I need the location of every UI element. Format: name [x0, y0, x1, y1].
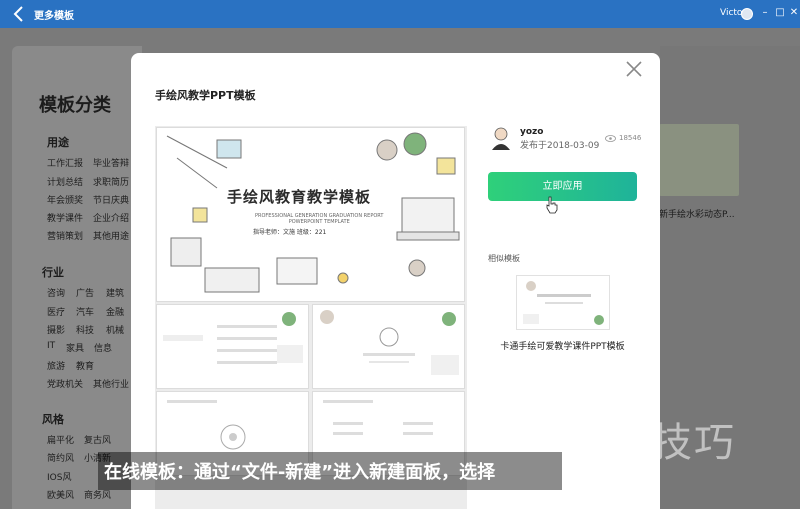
category-heading-usage: 用途: [47, 136, 69, 149]
category-item[interactable]: 节日庆典: [93, 193, 129, 206]
category-item[interactable]: 教育: [76, 359, 94, 372]
close-icon[interactable]: [623, 58, 645, 80]
category-item[interactable]: 咨询: [47, 286, 65, 299]
category-item[interactable]: 建筑: [106, 286, 124, 299]
slide-thumbnail-art: [163, 312, 303, 364]
hand-cursor-icon: [546, 196, 558, 214]
video-caption: 在线模板：通过“文件-新建”进入新建面板，选择: [104, 462, 496, 483]
category-item[interactable]: 信息: [94, 341, 112, 354]
category-item[interactable]: 机械: [106, 323, 124, 336]
category-item[interactable]: 广告: [76, 286, 94, 299]
eye-icon: [605, 135, 616, 142]
author-name[interactable]: yozo: [520, 127, 543, 137]
category-item[interactable]: 其他用途: [93, 229, 129, 242]
category-heading-style: 风格: [42, 413, 64, 426]
maximize-icon[interactable]: □: [774, 7, 786, 19]
preview-slide-section: [312, 304, 465, 389]
window-title: 更多模板: [34, 11, 74, 22]
sidebar-title: 模板分类: [39, 95, 111, 116]
slide-thumbnail-art: [320, 310, 459, 375]
author-avatar-icon: [492, 127, 510, 150]
preview-slide-contents: [156, 304, 309, 389]
category-heading-industry: 行业: [42, 266, 64, 279]
user-avatar[interactable]: [741, 8, 753, 20]
modal-title: 手绘风教学PPT模板: [155, 89, 256, 102]
category-item[interactable]: 旅游: [47, 359, 65, 372]
category-item[interactable]: 科技: [76, 323, 94, 336]
category-item[interactable]: 其他行业: [93, 377, 129, 390]
category-item[interactable]: 企业介绍: [93, 211, 129, 224]
slide-title: 手绘风教育教学模板: [227, 188, 372, 206]
category-item[interactable]: IOS风: [47, 470, 71, 483]
category-item[interactable]: 年会颁奖: [47, 193, 83, 206]
category-item[interactable]: 教学课件: [47, 211, 83, 224]
title-bar: 更多模板 Victor – □ ✕: [0, 0, 800, 28]
similar-template-thumbnail[interactable]: [516, 275, 610, 330]
category-item[interactable]: 求职简历: [93, 175, 129, 188]
watermark: 软件技巧: [568, 420, 736, 466]
category-item[interactable]: 复古风: [84, 433, 111, 446]
category-item[interactable]: 扁平化: [47, 433, 74, 446]
slide-thumbnail-art: [523, 281, 604, 325]
template-thumbnail[interactable]: [659, 124, 739, 196]
category-item[interactable]: IT: [47, 341, 55, 351]
similar-template-name[interactable]: 卡通手绘可爱教学课件PPT模板: [488, 341, 637, 353]
slide-subtitle-line-2: POWERPOINT TEMPLATE: [288, 219, 350, 225]
close-window-icon[interactable]: ✕: [788, 7, 800, 19]
category-item[interactable]: 党政机关: [47, 377, 83, 390]
category-item[interactable]: 汽车: [76, 305, 94, 318]
category-item[interactable]: 欧美风: [47, 488, 74, 501]
category-item[interactable]: 计划总结: [47, 175, 83, 188]
preview-slide-cover: 手绘风教育教学模板 PROFESSIONAL GENERATION GRADUA…: [156, 127, 465, 302]
slide-info: 指导老师：文施 班级：221: [253, 229, 327, 236]
similar-templates-heading: 相似模板: [488, 254, 520, 263]
category-item[interactable]: 摄影: [47, 323, 65, 336]
apply-now-button[interactable]: 立即应用: [488, 172, 637, 201]
publish-date: 发布于2018-03-09: [520, 141, 600, 151]
category-item[interactable]: 金融: [106, 305, 124, 318]
back-arrow-icon[interactable]: [10, 5, 28, 23]
view-count: 18546: [619, 134, 642, 142]
category-item[interactable]: 工作汇报: [47, 156, 83, 169]
slide-subtitle: PROFESSIONAL GENERATION GRADUATION REPOR…: [255, 213, 383, 225]
category-item[interactable]: 毕业答辩: [93, 156, 129, 169]
category-item[interactable]: 家具: [66, 341, 84, 354]
category-item[interactable]: 医疗: [47, 305, 65, 318]
minimize-icon[interactable]: –: [759, 7, 771, 19]
category-item[interactable]: 营销策划: [47, 229, 83, 242]
category-item[interactable]: 简约风: [47, 451, 74, 464]
template-name[interactable]: 新手绘水彩动态P...: [659, 207, 735, 220]
